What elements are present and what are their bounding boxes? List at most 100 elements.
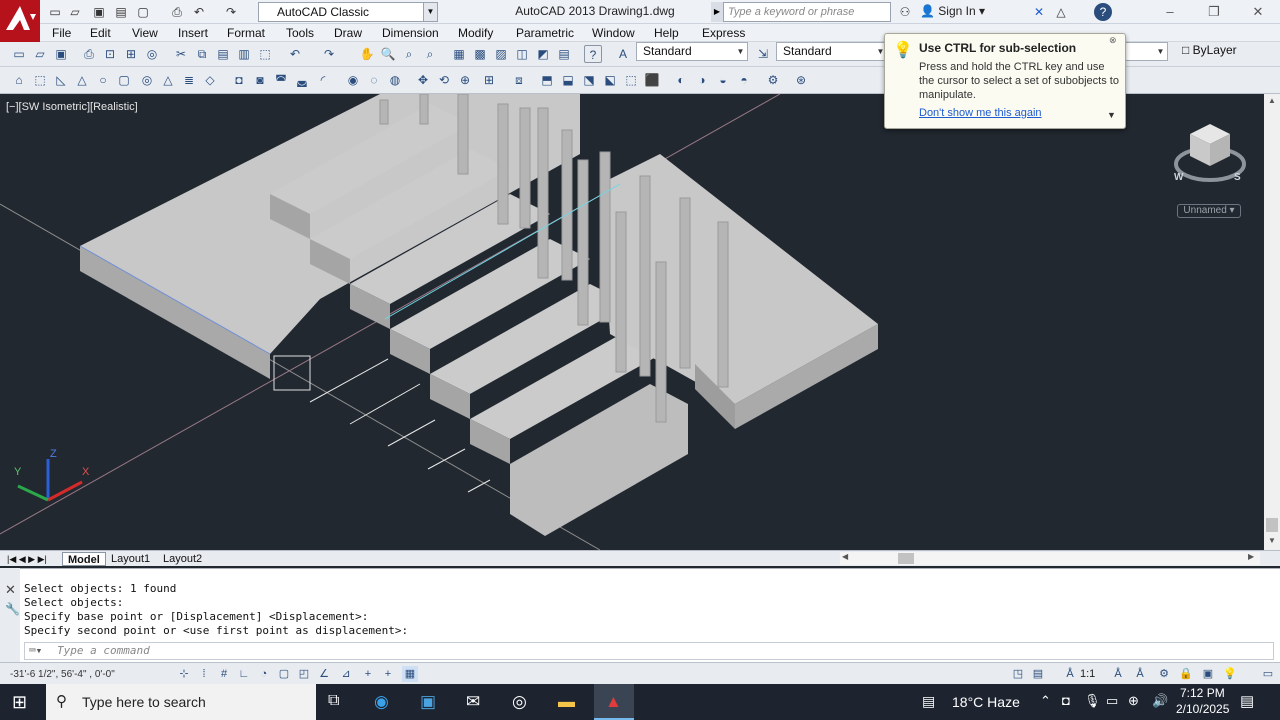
text-style-select[interactable]: Standard ▼ — [636, 42, 748, 61]
annotation-visibility-icon[interactable]: Å — [1110, 666, 1126, 682]
open-icon[interactable]: ▱ — [66, 3, 84, 21]
text-style-icon[interactable]: A — [614, 45, 632, 63]
sheet-set-icon[interactable]: ◫ — [513, 45, 531, 63]
auto-scale-icon[interactable]: Å — [1132, 666, 1148, 682]
subtract-icon[interactable]: ◌ — [365, 71, 383, 89]
menu-view[interactable]: View — [132, 25, 158, 41]
menu-draw[interactable]: Draw — [334, 25, 362, 41]
clock-time[interactable]: 7:12 PM — [1180, 686, 1225, 700]
help-icon[interactable]: ? — [584, 45, 602, 63]
dim-style-icon[interactable]: ⇲ — [754, 45, 772, 63]
save-as-icon[interactable]: ▤ — [112, 3, 130, 21]
snap-mode-icon[interactable]: ⁞ — [196, 666, 212, 682]
restore-button[interactable]: ❐ — [1192, 0, 1236, 24]
binoculars-icon[interactable]: ⚇ — [896, 3, 914, 21]
redo-icon[interactable]: ↷ — [222, 3, 240, 21]
grid-display-icon[interactable]: # — [216, 666, 232, 682]
ucs-face-icon[interactable]: ⬕ — [601, 71, 619, 89]
intersect-icon[interactable]: ◍ — [386, 71, 404, 89]
3d-object-snap-icon[interactable]: ◰ — [296, 666, 312, 682]
workspace-switching-icon[interactable]: ⚙ — [1156, 666, 1172, 682]
expand-down-icon[interactable]: ▼ — [1107, 110, 1116, 120]
zoom-previous-icon[interactable]: ⌕ — [421, 45, 439, 63]
autodesk-360-icon[interactable]: △ — [1052, 3, 1070, 21]
menu-express[interactable]: Express — [702, 25, 745, 41]
properties-icon[interactable]: ▦ — [450, 45, 468, 63]
zoom-realtime-icon[interactable]: 🔍 — [379, 45, 397, 63]
markup-icon[interactable]: ◩ — [534, 45, 552, 63]
publish-icon[interactable]: ⊞ — [122, 45, 140, 63]
print-icon[interactable]: ⎙ — [168, 3, 186, 21]
workspace-select[interactable]: AutoCAD Classic ▼ — [258, 2, 438, 22]
annotation-scale-value[interactable]: 1:1 — [1080, 668, 1095, 680]
menu-modify[interactable]: Modify — [458, 25, 493, 41]
torus-icon[interactable]: ◎ — [138, 71, 156, 89]
object-snap-tracking-icon[interactable]: ∠ — [316, 666, 332, 682]
viewcube[interactable]: W S — [1170, 120, 1250, 200]
visual-style-conceptual-icon[interactable]: ◓ — [735, 71, 753, 89]
3d-dwf-icon[interactable]: ◎ — [143, 45, 161, 63]
tool-palettes-icon[interactable]: ▨ — [492, 45, 510, 63]
match-properties-icon[interactable]: ▥ — [235, 45, 253, 63]
search-expand-icon[interactable]: ▶ — [711, 2, 723, 22]
wedge-icon[interactable]: ◺ — [52, 71, 70, 89]
exchange-icon[interactable]: ✕ — [1030, 3, 1048, 21]
tab-model[interactable]: Model — [62, 552, 106, 566]
union-icon[interactable]: ◉ — [344, 71, 362, 89]
quick-view-icon[interactable]: ▤ — [1030, 666, 1046, 682]
taskbar-search-box[interactable]: ⚲ Type here to search — [46, 684, 316, 720]
cylinder-icon[interactable]: ▢ — [115, 71, 133, 89]
show-hidden-icons-icon[interactable]: ⌃ — [1040, 693, 1051, 709]
dont-show-again-link[interactable]: Don't show me this again — [919, 107, 1042, 119]
menu-edit[interactable]: Edit — [90, 25, 111, 41]
dynamic-ucs-icon[interactable]: ⊿ — [338, 666, 354, 682]
section-plane-icon[interactable]: ⧈ — [510, 71, 528, 89]
model-space-icon[interactable]: ◳ — [1010, 666, 1026, 682]
dim-style-select[interactable]: Standard ▼ — [776, 42, 888, 61]
task-view-icon[interactable]: ⧉ — [328, 692, 339, 710]
render-icon[interactable]: ⚙ — [764, 71, 782, 89]
transparency-icon[interactable]: ▦ — [402, 666, 418, 682]
object-snap-icon[interactable]: ▢ — [276, 666, 292, 682]
polar-tracking-icon[interactable]: ◔ — [256, 666, 272, 682]
undo-icon[interactable]: ↶ — [190, 3, 208, 21]
revolve-icon[interactable]: ◛ — [293, 71, 311, 89]
ucs-icon[interactable]: ⬒ — [538, 71, 556, 89]
menu-format[interactable]: Format — [227, 25, 265, 41]
store-icon[interactable]: ▣ — [420, 692, 436, 712]
tab-layout2[interactable]: Layout2 — [158, 552, 207, 566]
paste-icon[interactable]: ▤ — [214, 45, 232, 63]
viewport-controls-label[interactable]: [−][SW Isometric][Realistic] — [6, 101, 138, 113]
pan-icon[interactable]: ✋ — [358, 45, 376, 63]
tab-layout1[interactable]: Layout1 — [106, 552, 155, 566]
new-icon[interactable]: ▭ — [46, 3, 64, 21]
presspull-icon[interactable]: ◙ — [251, 71, 269, 89]
isolate-objects-icon[interactable]: 💡 — [1222, 666, 1238, 682]
3d-align-icon[interactable]: ⊕ — [456, 71, 474, 89]
command-input[interactable]: ⌨▾ Type a command — [24, 642, 1274, 660]
horizontal-scroll-thumb[interactable] — [898, 553, 914, 564]
visual-style-wireframe-icon[interactable]: ◐ — [672, 71, 690, 89]
polysolid-icon[interactable]: ⌂ — [10, 71, 28, 89]
dynamic-input-icon[interactable]: + — [360, 666, 376, 682]
weather-readout[interactable]: 18°C Haze — [952, 694, 1020, 710]
redo-icon[interactable]: ↷ — [320, 45, 338, 63]
vertical-scroll-thumb[interactable] — [1266, 518, 1278, 532]
qnew-icon[interactable]: ▭ — [10, 45, 28, 63]
lineweight-icon[interactable]: + — [380, 666, 396, 682]
loft-icon[interactable]: ◜ — [314, 71, 332, 89]
clean-screen-icon[interactable]: ▭ — [1260, 666, 1276, 682]
box-icon[interactable]: ⬚ — [31, 71, 49, 89]
menu-file[interactable]: File — [52, 25, 71, 41]
minimize-button[interactable]: – — [1148, 0, 1192, 24]
help-search-input[interactable]: Type a keyword or phrase — [723, 2, 891, 22]
sign-in-button[interactable]: 👤 Sign In ▾ — [920, 4, 1030, 18]
model-viewport[interactable]: [−][SW Isometric][Realistic] Z X Y — [0, 94, 1264, 550]
microphone-icon[interactable]: 🎙 — [1084, 693, 1101, 709]
helix-icon[interactable]: ≣ — [180, 71, 198, 89]
application-menu-button[interactable] — [0, 0, 40, 42]
wrench-icon[interactable]: 🔧 — [5, 602, 20, 616]
menu-help[interactable]: Help — [654, 25, 679, 41]
annotation-scale-icon[interactable]: Å — [1062, 666, 1078, 682]
scroll-left-icon[interactable]: ◀ — [842, 552, 848, 561]
